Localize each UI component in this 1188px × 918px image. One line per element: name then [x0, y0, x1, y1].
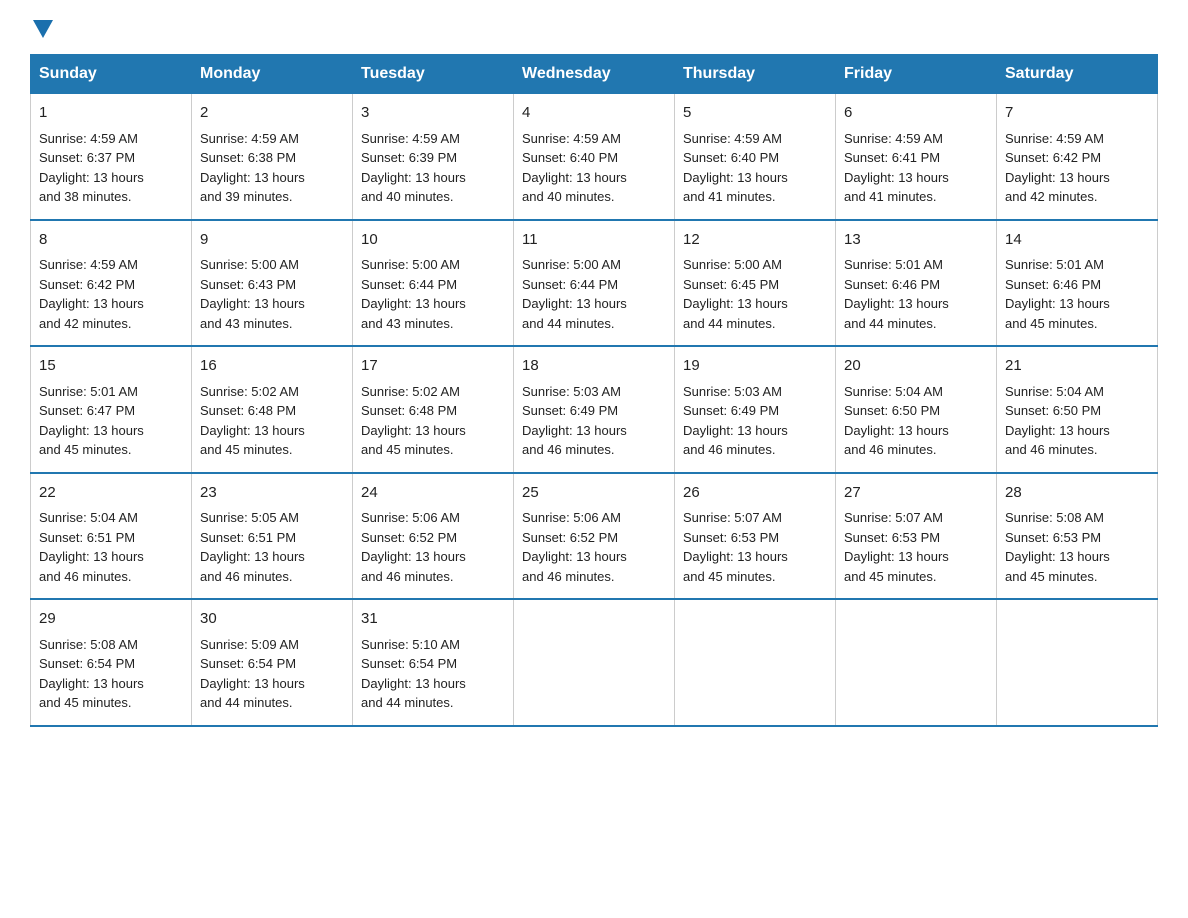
- table-row: 15Sunrise: 5:01 AMSunset: 6:47 PMDayligh…: [31, 346, 1158, 473]
- col-tuesday: Tuesday: [353, 55, 514, 94]
- day-number: 18: [522, 355, 666, 378]
- table-cell: 29Sunrise: 5:08 AMSunset: 6:54 PMDayligh…: [31, 599, 192, 726]
- table-cell: 31Sunrise: 5:10 AMSunset: 6:54 PMDayligh…: [353, 599, 514, 726]
- page-header: [30, 20, 1158, 36]
- logo-triangle-icon: [33, 20, 53, 38]
- table-cell: 17Sunrise: 5:02 AMSunset: 6:48 PMDayligh…: [353, 346, 514, 473]
- col-sunday: Sunday: [31, 55, 192, 94]
- table-cell: 19Sunrise: 5:03 AMSunset: 6:49 PMDayligh…: [675, 346, 836, 473]
- day-number: 28: [1005, 482, 1149, 505]
- col-friday: Friday: [836, 55, 997, 94]
- logo-blue-part: [30, 20, 53, 36]
- table-row: 8Sunrise: 4:59 AMSunset: 6:42 PMDaylight…: [31, 220, 1158, 347]
- table-cell: 20Sunrise: 5:04 AMSunset: 6:50 PMDayligh…: [836, 346, 997, 473]
- table-cell: 4Sunrise: 4:59 AMSunset: 6:40 PMDaylight…: [514, 94, 675, 220]
- day-number: 20: [844, 355, 988, 378]
- day-number: 15: [39, 355, 183, 378]
- calendar-body: 1Sunrise: 4:59 AMSunset: 6:37 PMDaylight…: [31, 94, 1158, 726]
- day-number: 10: [361, 229, 505, 252]
- table-cell: 5Sunrise: 4:59 AMSunset: 6:40 PMDaylight…: [675, 94, 836, 220]
- day-number: 30: [200, 608, 344, 631]
- table-cell: 16Sunrise: 5:02 AMSunset: 6:48 PMDayligh…: [192, 346, 353, 473]
- table-cell: 11Sunrise: 5:00 AMSunset: 6:44 PMDayligh…: [514, 220, 675, 347]
- col-saturday: Saturday: [997, 55, 1158, 94]
- table-cell: [514, 599, 675, 726]
- table-cell: 21Sunrise: 5:04 AMSunset: 6:50 PMDayligh…: [997, 346, 1158, 473]
- day-number: 14: [1005, 229, 1149, 252]
- day-number: 27: [844, 482, 988, 505]
- table-cell: 18Sunrise: 5:03 AMSunset: 6:49 PMDayligh…: [514, 346, 675, 473]
- day-number: 21: [1005, 355, 1149, 378]
- day-number: 11: [522, 229, 666, 252]
- col-thursday: Thursday: [675, 55, 836, 94]
- table-cell: 6Sunrise: 4:59 AMSunset: 6:41 PMDaylight…: [836, 94, 997, 220]
- day-number: 3: [361, 102, 505, 125]
- day-number: 4: [522, 102, 666, 125]
- table-cell: 15Sunrise: 5:01 AMSunset: 6:47 PMDayligh…: [31, 346, 192, 473]
- table-cell: 1Sunrise: 4:59 AMSunset: 6:37 PMDaylight…: [31, 94, 192, 220]
- table-cell: 23Sunrise: 5:05 AMSunset: 6:51 PMDayligh…: [192, 473, 353, 600]
- logo: [30, 20, 53, 36]
- table-cell: 9Sunrise: 5:00 AMSunset: 6:43 PMDaylight…: [192, 220, 353, 347]
- table-row: 1Sunrise: 4:59 AMSunset: 6:37 PMDaylight…: [31, 94, 1158, 220]
- header-row: Sunday Monday Tuesday Wednesday Thursday…: [31, 55, 1158, 94]
- day-number: 25: [522, 482, 666, 505]
- day-number: 16: [200, 355, 344, 378]
- table-cell: 25Sunrise: 5:06 AMSunset: 6:52 PMDayligh…: [514, 473, 675, 600]
- calendar-table: Sunday Monday Tuesday Wednesday Thursday…: [30, 54, 1158, 727]
- day-number: 9: [200, 229, 344, 252]
- day-number: 17: [361, 355, 505, 378]
- table-cell: 24Sunrise: 5:06 AMSunset: 6:52 PMDayligh…: [353, 473, 514, 600]
- col-monday: Monday: [192, 55, 353, 94]
- table-cell: 7Sunrise: 4:59 AMSunset: 6:42 PMDaylight…: [997, 94, 1158, 220]
- table-cell: 12Sunrise: 5:00 AMSunset: 6:45 PMDayligh…: [675, 220, 836, 347]
- table-cell: 27Sunrise: 5:07 AMSunset: 6:53 PMDayligh…: [836, 473, 997, 600]
- day-number: 1: [39, 102, 183, 125]
- table-cell: 22Sunrise: 5:04 AMSunset: 6:51 PMDayligh…: [31, 473, 192, 600]
- table-cell: 13Sunrise: 5:01 AMSunset: 6:46 PMDayligh…: [836, 220, 997, 347]
- day-number: 22: [39, 482, 183, 505]
- table-cell: 3Sunrise: 4:59 AMSunset: 6:39 PMDaylight…: [353, 94, 514, 220]
- day-number: 7: [1005, 102, 1149, 125]
- table-row: 29Sunrise: 5:08 AMSunset: 6:54 PMDayligh…: [31, 599, 1158, 726]
- day-number: 6: [844, 102, 988, 125]
- col-wednesday: Wednesday: [514, 55, 675, 94]
- table-cell: 30Sunrise: 5:09 AMSunset: 6:54 PMDayligh…: [192, 599, 353, 726]
- day-number: 5: [683, 102, 827, 125]
- table-cell: [836, 599, 997, 726]
- day-number: 24: [361, 482, 505, 505]
- table-cell: 8Sunrise: 4:59 AMSunset: 6:42 PMDaylight…: [31, 220, 192, 347]
- table-cell: 14Sunrise: 5:01 AMSunset: 6:46 PMDayligh…: [997, 220, 1158, 347]
- day-number: 13: [844, 229, 988, 252]
- day-number: 8: [39, 229, 183, 252]
- day-number: 23: [200, 482, 344, 505]
- table-cell: 28Sunrise: 5:08 AMSunset: 6:53 PMDayligh…: [997, 473, 1158, 600]
- day-number: 2: [200, 102, 344, 125]
- calendar-header: Sunday Monday Tuesday Wednesday Thursday…: [31, 55, 1158, 94]
- table-cell: 10Sunrise: 5:00 AMSunset: 6:44 PMDayligh…: [353, 220, 514, 347]
- table-cell: [675, 599, 836, 726]
- day-number: 29: [39, 608, 183, 631]
- day-number: 19: [683, 355, 827, 378]
- table-cell: 26Sunrise: 5:07 AMSunset: 6:53 PMDayligh…: [675, 473, 836, 600]
- table-row: 22Sunrise: 5:04 AMSunset: 6:51 PMDayligh…: [31, 473, 1158, 600]
- day-number: 31: [361, 608, 505, 631]
- day-number: 12: [683, 229, 827, 252]
- day-number: 26: [683, 482, 827, 505]
- table-cell: [997, 599, 1158, 726]
- table-cell: 2Sunrise: 4:59 AMSunset: 6:38 PMDaylight…: [192, 94, 353, 220]
